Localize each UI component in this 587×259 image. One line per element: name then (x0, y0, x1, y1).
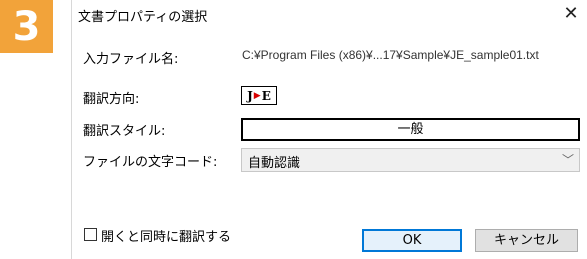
encoding-value: 自動認識 (248, 156, 301, 171)
translation-direction-icon[interactable]: J ▶ E (241, 86, 277, 105)
dialog-title: 文書プロパティの選択 (78, 10, 208, 25)
input-file-path: C:¥Program Files (x86)¥...17¥Sample¥JE_s… (242, 48, 539, 62)
direction-to: E (261, 88, 271, 103)
cancel-button[interactable]: キャンセル (475, 229, 578, 252)
encoding-select[interactable]: 自動認識 ﹀ (241, 148, 580, 172)
dialog-titlebar: 文書プロパティの選択 ✕ (72, 0, 587, 30)
ok-button[interactable]: OK (362, 229, 462, 252)
translation-style-button[interactable]: 一般 (241, 118, 580, 141)
translate-on-open-label[interactable]: 開くと同時に翻訳する (101, 226, 231, 245)
translate-on-open-checkbox[interactable] (84, 228, 97, 241)
step-number-badge: 3 (0, 0, 53, 53)
chevron-down-icon: ﹀ (561, 153, 574, 167)
direction-label: 翻訳方向: (83, 92, 140, 107)
document-properties-dialog: 文書プロパティの選択 ✕ 入力ファイル名: C:¥Program Files (… (71, 0, 587, 259)
direction-from: J (247, 88, 253, 103)
direction-arrow-icon: ▶ (253, 90, 261, 101)
encoding-label: ファイルの文字コード: (83, 155, 218, 170)
style-label: 翻訳スタイル: (83, 124, 166, 139)
close-icon[interactable]: ✕ (560, 3, 582, 25)
input-file-label: 入力ファイル名: (83, 52, 179, 67)
